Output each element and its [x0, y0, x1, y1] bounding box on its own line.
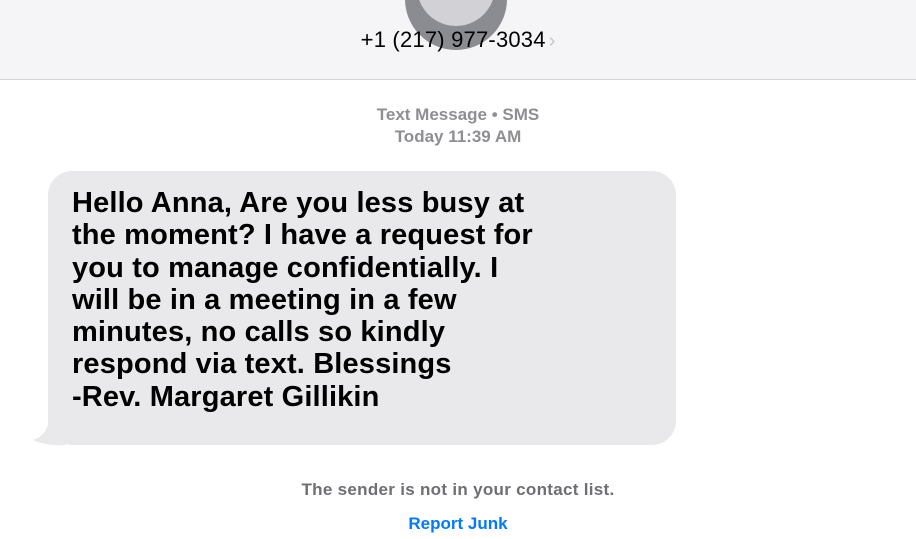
service-label: Text Message • SMS	[376, 105, 540, 124]
report-junk-link[interactable]: Report Junk	[0, 513, 916, 535]
message-text: Hello Anna, Are you less busy at the mom…	[72, 187, 533, 413]
contact-phone-number: +1 (217) 977-3034	[360, 27, 546, 52]
incoming-message-bubble[interactable]: Hello Anna, Are you less busy at the mom…	[48, 171, 676, 445]
conversation-header: +1 (217) 977-3034 ›	[0, 0, 916, 80]
chevron-right-icon: ›	[548, 30, 556, 52]
message-metadata: Text Message • SMS Today 11:39 AM	[0, 104, 916, 148]
message-timestamp: Today 11:39 AM	[394, 127, 522, 146]
contact-details-button[interactable]: +1 (217) 977-3034 ›	[0, 25, 916, 56]
unknown-sender-notice: The sender is not in your contact list.	[301, 480, 615, 499]
avatar-head-shape	[417, 0, 495, 26]
messages-screen: +1 (217) 977-3034 › Text Message • SMS To…	[0, 0, 916, 539]
